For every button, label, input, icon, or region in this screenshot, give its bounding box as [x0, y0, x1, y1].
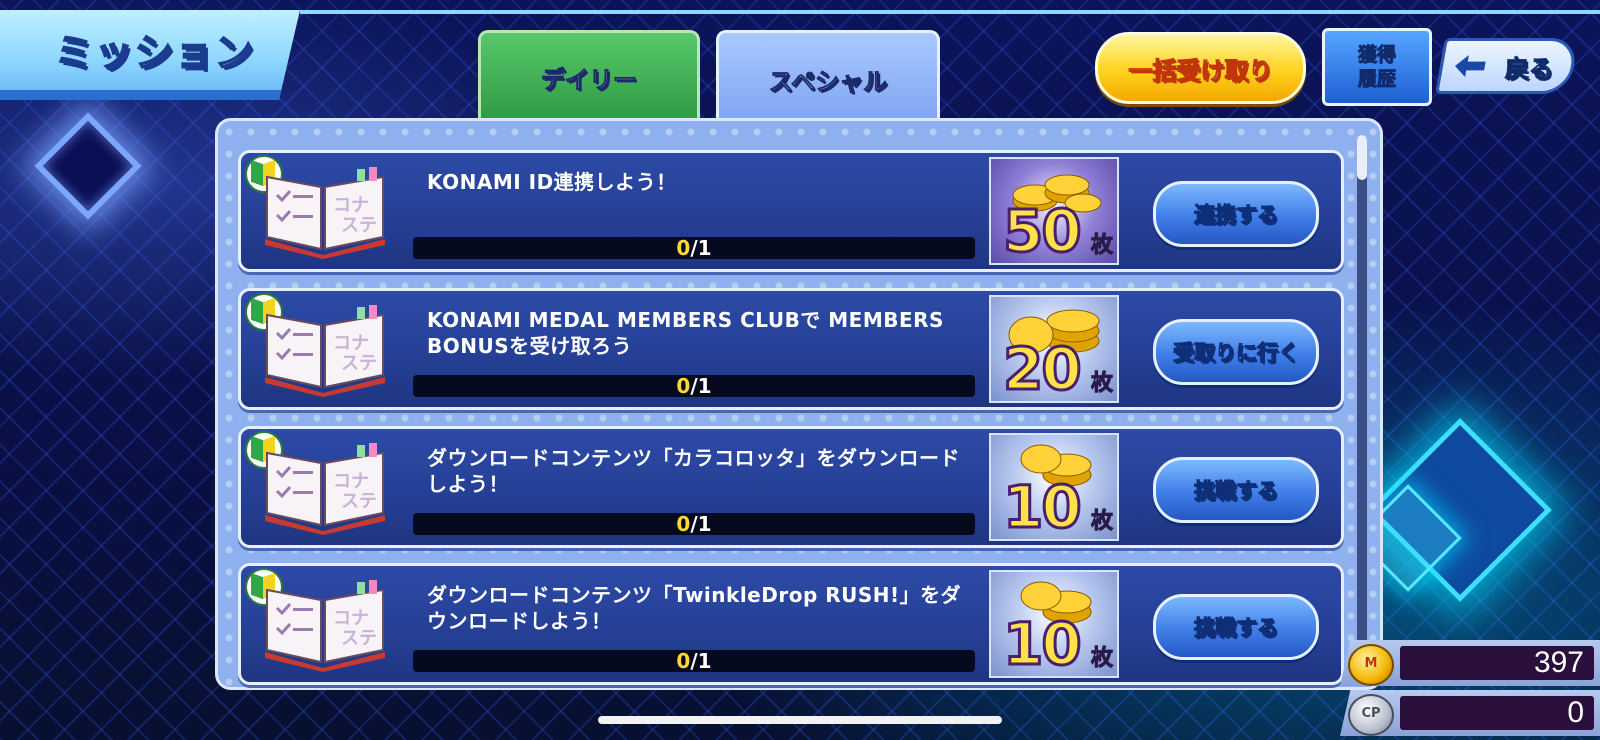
progress-current: 0 — [676, 649, 691, 673]
svg-text:コナ: コナ — [333, 333, 369, 354]
svg-text:コナ: コナ — [333, 195, 369, 216]
svg-text:ステ: ステ — [341, 491, 377, 512]
header-line — [300, 10, 1600, 14]
go-receive-button[interactable]: 受取りに行く — [1153, 319, 1319, 385]
mission-progress: 0/1 — [413, 236, 975, 260]
tab-daily[interactable]: デイリー — [478, 30, 700, 121]
svg-text:ステ: ステ — [341, 353, 377, 374]
reward-amount: 50 — [1002, 196, 1084, 265]
scrollbar-track[interactable] — [1357, 135, 1367, 685]
challenge-button[interactable]: 挑戦する — [1153, 457, 1319, 523]
history-label-line1: 獲得 — [1357, 44, 1396, 67]
back-button[interactable]: 戻る — [1435, 38, 1579, 94]
scrollbar-thumb[interactable] — [1357, 135, 1367, 180]
progress-total: /1 — [690, 512, 712, 536]
progress-total: /1 — [690, 374, 712, 398]
reward-amount: 10 — [1002, 472, 1084, 541]
reward-medals: 10 枚 — [989, 570, 1119, 678]
progress-total: /1 — [690, 649, 712, 673]
mission-book-icon: コナ ステ — [265, 443, 385, 535]
challenge-button[interactable]: 挑戦する — [1153, 594, 1319, 660]
home-indicator[interactable] — [598, 716, 1002, 724]
back-label: 戻る — [1505, 54, 1554, 83]
reward-amount: 20 — [1002, 334, 1084, 403]
page-title: ミッション — [54, 30, 256, 76]
progress-current: 0 — [676, 512, 691, 536]
reward-unit: 枚 — [1090, 646, 1113, 672]
mission-book-icon: コナ ステ — [265, 305, 385, 397]
cp-count: 0 — [1400, 696, 1594, 730]
svg-text:ステ: ステ — [341, 215, 377, 236]
bulk-receive-button[interactable]: 一括受け取り — [1095, 32, 1306, 104]
medal-balance: M 397 — [1340, 640, 1600, 686]
svg-text:ステ: ステ — [341, 628, 377, 649]
history-button[interactable]: 獲得 履歴 — [1322, 28, 1432, 106]
link-account-button[interactable]: 連携する — [1153, 181, 1319, 247]
mission-title: KONAMI MEDAL MEMBERS CLUBで MEMBERS BONUS… — [427, 308, 944, 358]
mission-item: コナ ステ ダウンロードコンテンツ「カラコロッタ」をダウンロードしよう！ 0/1… — [238, 426, 1344, 548]
mission-item: コナ ステ ダウンロードコンテンツ「TwinkleDrop RUSH!」をダウン… — [238, 563, 1344, 685]
mission-item: コナ ステ KONAMI ID連携しよう！ 0/1 50 枚 連携する — [238, 150, 1344, 272]
reward-unit: 枚 — [1090, 233, 1113, 259]
cp-coin-icon: CP — [1348, 694, 1394, 736]
back-arrow-icon — [1453, 55, 1487, 77]
progress-current: 0 — [676, 236, 691, 260]
reward-medals: 20 枚 — [989, 295, 1119, 403]
mission-title: ダウンロードコンテンツ「カラコロッタ」をダウンロードしよう！ — [427, 446, 960, 496]
cp-coin-label: CP — [1361, 706, 1381, 721]
progress-total: /1 — [690, 236, 712, 260]
mission-title: ダウンロードコンテンツ「TwinkleDrop RUSH!」をダウンロードしよう… — [427, 583, 962, 633]
reward-amount: 10 — [1002, 609, 1084, 678]
mission-book-icon: コナ ステ — [265, 580, 385, 672]
history-label-line2: 履歴 — [1357, 68, 1396, 91]
reward-medals: 50 枚 — [989, 157, 1119, 265]
medal-coin-icon: M — [1348, 644, 1394, 686]
mission-progress: 0/1 — [413, 512, 975, 536]
mission-progress: 0/1 — [413, 374, 975, 398]
cp-balance: CP 0 — [1340, 690, 1600, 736]
mission-progress: 0/1 — [413, 649, 975, 673]
tab-special[interactable]: スペシャル — [716, 30, 940, 125]
mission-item: コナ ステ KONAMI MEDAL MEMBERS CLUBで MEMBERS… — [238, 288, 1344, 410]
mission-title: KONAMI ID連携しよう！ — [427, 170, 677, 194]
medal-coin-label: M — [1364, 656, 1378, 671]
reward-unit: 枚 — [1090, 509, 1113, 535]
progress-current: 0 — [676, 374, 691, 398]
reward-unit: 枚 — [1090, 371, 1113, 397]
reward-medals: 10 枚 — [989, 433, 1119, 541]
mission-book-icon: コナ ステ — [265, 167, 385, 259]
medal-count: 397 — [1400, 646, 1594, 680]
svg-text:コナ: コナ — [333, 608, 369, 629]
svg-text:コナ: コナ — [333, 471, 369, 492]
